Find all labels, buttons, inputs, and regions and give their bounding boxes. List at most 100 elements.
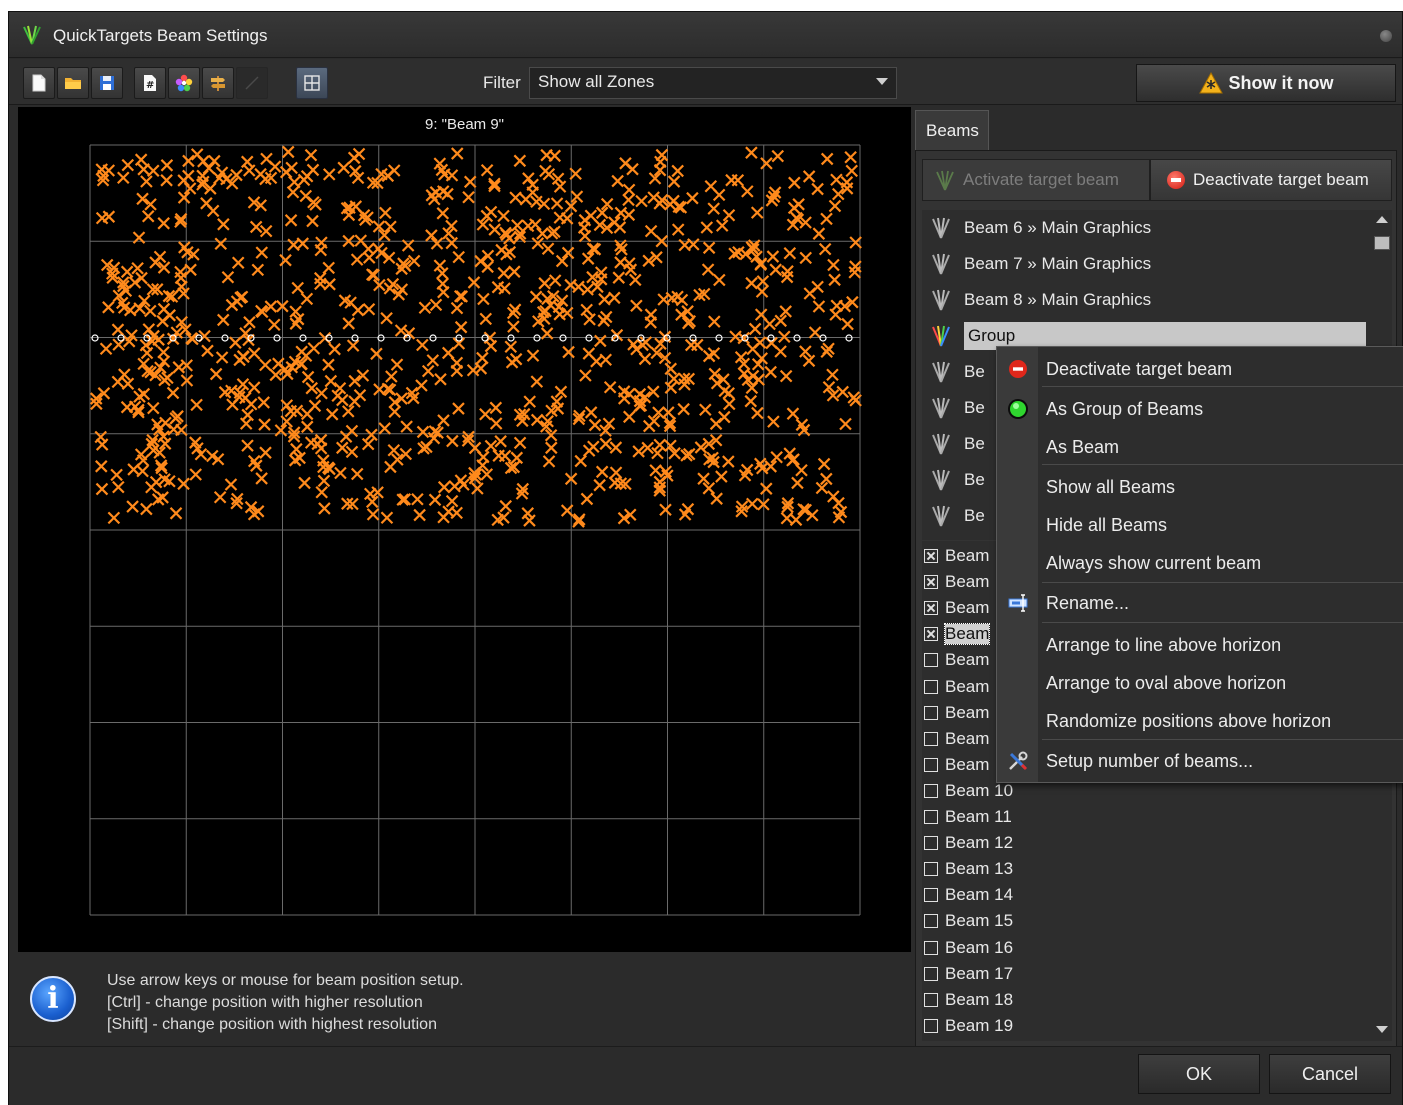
beam-marker[interactable] [748,322,762,336]
beam-marker[interactable] [315,485,329,499]
beam-marker[interactable] [144,304,157,318]
beam-marker[interactable] [110,468,123,482]
beam-marker[interactable] [697,472,710,485]
beam-marker[interactable] [484,205,498,219]
beam-marker[interactable] [236,378,250,391]
beam-marker[interactable] [612,271,626,284]
beam-marker[interactable] [845,164,859,178]
beam-marker[interactable] [347,151,361,165]
beam-marker[interactable] [507,320,520,333]
beam-marker[interactable] [217,218,230,231]
check-list-item[interactable]: Beam 16 [924,935,1013,961]
beam-marker[interactable] [671,164,684,178]
beam-marker[interactable] [290,442,303,456]
beam-marker[interactable] [166,386,180,400]
checkbox[interactable] [924,601,938,616]
beam-marker[interactable] [791,476,804,490]
beam-marker[interactable] [630,342,643,356]
beam-marker[interactable] [279,253,292,267]
beam-marker[interactable] [590,355,603,368]
beam-marker[interactable] [662,406,675,419]
beam-marker[interactable] [491,280,505,294]
beam-marker[interactable] [237,350,250,364]
beam-marker[interactable] [489,401,503,415]
beam-marker[interactable] [828,199,842,213]
beam-marker[interactable] [300,407,314,421]
beam-marker[interactable] [249,220,263,234]
beam-marker[interactable] [611,174,624,188]
beam-marker[interactable] [725,173,738,187]
beam-marker[interactable] [466,363,480,377]
beam-marker[interactable] [400,420,413,433]
beam-marker[interactable] [609,441,623,454]
check-list-item[interactable]: Beam 15 [924,908,1013,934]
beam-marker[interactable] [839,417,852,431]
beam-marker[interactable] [437,480,451,494]
beam-marker[interactable] [133,390,146,403]
beam-marker[interactable] [121,377,135,391]
beam-marker[interactable] [318,331,332,345]
beam-marker[interactable] [764,365,777,379]
beam-marker[interactable] [644,316,657,329]
beam-marker[interactable] [580,303,593,317]
beam-marker[interactable] [635,194,648,208]
beam-marker[interactable] [818,242,832,256]
beam-marker[interactable] [429,298,443,312]
beam-marker[interactable] [116,171,130,185]
beam-marker[interactable] [314,243,328,257]
beam-marker[interactable] [300,292,314,306]
beam-marker[interactable] [350,253,364,266]
beam-marker[interactable] [622,208,636,222]
beam-marker[interactable] [214,237,228,251]
beam-marker[interactable] [169,507,183,520]
beam-marker[interactable] [508,265,521,278]
beam-marker[interactable] [588,418,602,432]
beam-marker[interactable] [462,190,475,204]
beam-marker[interactable] [477,292,490,306]
beam-marker[interactable] [145,480,158,494]
beam-marker[interactable] [325,408,339,421]
check-list-item[interactable]: Beam [924,569,989,595]
check-list-item[interactable]: Beam 11 [924,804,1012,830]
beam-marker[interactable] [373,278,386,292]
beam-marker[interactable] [622,193,635,207]
beam-marker[interactable] [157,302,171,316]
beam-marker[interactable] [574,454,588,468]
beam-marker[interactable] [569,167,582,181]
beam-marker[interactable] [425,189,439,202]
beam-marker[interactable] [701,263,715,276]
beam-marker[interactable] [745,276,758,290]
beam-marker[interactable] [259,446,272,459]
check-list-item[interactable]: Beam [924,647,989,673]
beam-marker[interactable] [492,449,505,462]
beam-marker[interactable] [700,221,714,234]
beam-marker[interactable] [172,361,186,374]
beam-marker[interactable] [259,224,273,238]
beam-marker[interactable] [651,446,664,460]
beam-marker[interactable] [619,157,632,170]
beam-marker[interactable] [529,218,542,231]
beam-marker[interactable] [474,254,487,268]
beam-marker[interactable] [243,316,256,329]
beam-marker[interactable] [715,219,729,232]
beam-marker[interactable] [614,206,628,220]
beam-marker[interactable] [771,149,785,163]
beam-marker[interactable] [140,346,154,360]
beam-marker[interactable] [328,342,341,356]
beam-marker[interactable] [379,206,392,220]
checkbox[interactable] [924,783,938,798]
beam-marker[interactable] [479,312,493,326]
beam-marker[interactable] [642,419,656,433]
beam-marker[interactable] [220,172,233,186]
beam-marker[interactable] [481,249,495,263]
beam-marker[interactable] [826,368,839,382]
beam-marker[interactable] [597,314,611,327]
beam-marker[interactable] [722,455,735,468]
beam-marker[interactable] [583,313,596,326]
beam-marker[interactable] [708,315,721,328]
beam-marker[interactable] [550,197,564,210]
beam-marker[interactable] [480,164,494,177]
beam-marker[interactable] [160,159,174,172]
beam-marker[interactable] [190,398,203,412]
beam-marker[interactable] [778,330,791,344]
